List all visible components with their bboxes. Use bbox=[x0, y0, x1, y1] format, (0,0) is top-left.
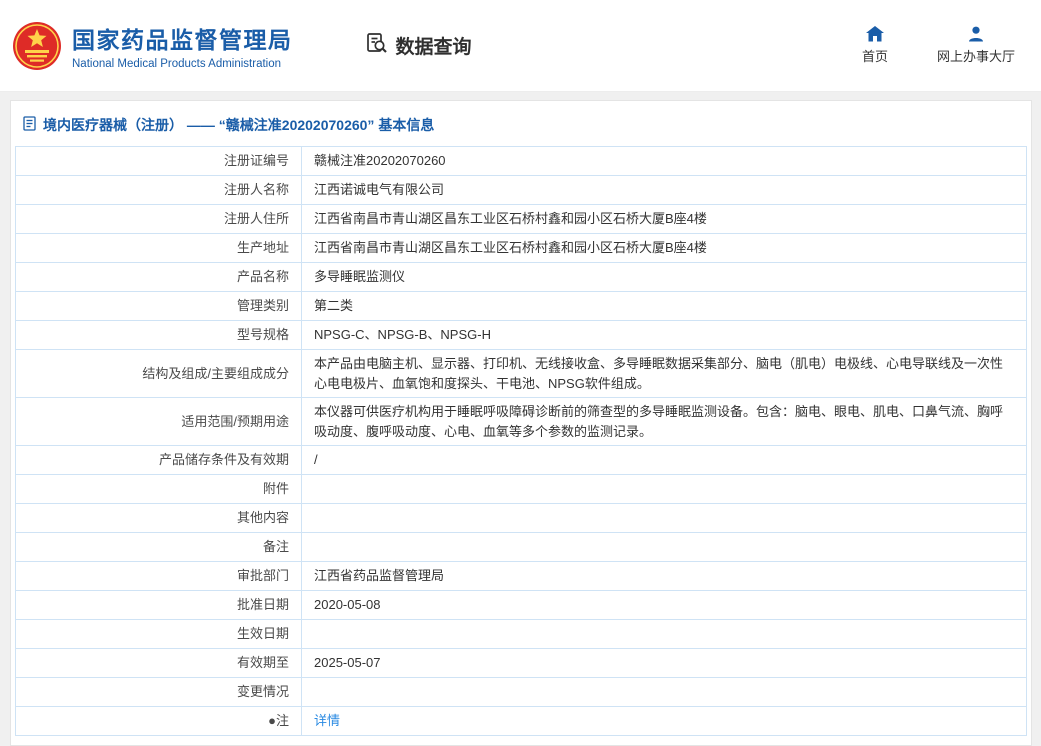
row-value: 第二类 bbox=[302, 292, 1027, 321]
table-row: 适用范围/预期用途本仪器可供医疗机构用于睡眠呼吸障碍诊断前的筛查型的多导睡眠监测… bbox=[16, 398, 1027, 446]
row-value: 多导睡眠监测仪 bbox=[302, 263, 1027, 292]
nav-service-hall[interactable]: 网上办事大厅 bbox=[937, 26, 1015, 65]
row-label: 产品名称 bbox=[16, 263, 302, 292]
nmpa-logo-block: 国家药品监督管理局 National Medical Products Admi… bbox=[12, 21, 293, 71]
row-value bbox=[302, 620, 1027, 649]
table-row: 附件 bbox=[16, 475, 1027, 504]
table-row: 审批部门江西省药品监督管理局 bbox=[16, 562, 1027, 591]
row-value: 江西省南昌市青山湖区昌东工业区石桥村鑫和园小区石桥大厦B座4楼 bbox=[302, 205, 1027, 234]
table-row: 管理类别第二类 bbox=[16, 292, 1027, 321]
row-value: 江西诺诚电气有限公司 bbox=[302, 176, 1027, 205]
site-header: 国家药品监督管理局 National Medical Products Admi… bbox=[0, 0, 1041, 92]
row-label: ●注 bbox=[16, 707, 302, 736]
nav-data-query[interactable]: 数据查询 bbox=[365, 31, 472, 61]
table-row: 备注 bbox=[16, 533, 1027, 562]
row-value bbox=[302, 678, 1027, 707]
row-label: 注册证编号 bbox=[16, 147, 302, 176]
row-label: 批准日期 bbox=[16, 591, 302, 620]
table-row: 变更情况 bbox=[16, 678, 1027, 707]
table-row: 生产地址江西省南昌市青山湖区昌东工业区石桥村鑫和园小区石桥大厦B座4楼 bbox=[16, 234, 1027, 263]
row-value bbox=[302, 533, 1027, 562]
row-value: 本仪器可供医疗机构用于睡眠呼吸障碍诊断前的筛查型的多导睡眠监测设备。包含：脑电、… bbox=[302, 398, 1027, 446]
table-row: 结构及组成/主要组成成分本产品由电脑主机、显示器、打印机、无线接收盒、多导睡眠数… bbox=[16, 350, 1027, 398]
row-value: / bbox=[302, 446, 1027, 475]
table-row: 产品名称多导睡眠监测仪 bbox=[16, 263, 1027, 292]
row-value: 详情 bbox=[302, 707, 1027, 736]
row-value: 2020-05-08 bbox=[302, 591, 1027, 620]
row-label: 结构及组成/主要组成成分 bbox=[16, 350, 302, 398]
row-value: 江西省药品监督管理局 bbox=[302, 562, 1027, 591]
user-icon bbox=[968, 26, 984, 42]
row-value: 赣械注准20202070260 bbox=[302, 147, 1027, 176]
document-icon bbox=[23, 116, 36, 134]
data-query-icon bbox=[365, 31, 389, 61]
row-value: 2025-05-07 bbox=[302, 649, 1027, 678]
org-name-en: National Medical Products Administration bbox=[72, 58, 293, 70]
row-label: 注册人名称 bbox=[16, 176, 302, 205]
row-label: 有效期至 bbox=[16, 649, 302, 678]
row-value: 江西省南昌市青山湖区昌东工业区石桥村鑫和园小区石桥大厦B座4楼 bbox=[302, 234, 1027, 263]
table-row: 生效日期 bbox=[16, 620, 1027, 649]
header-right-nav: 首页 网上办事大厅 bbox=[855, 26, 1015, 65]
row-label: 生产地址 bbox=[16, 234, 302, 263]
table-row: 产品储存条件及有效期/ bbox=[16, 446, 1027, 475]
table-row: 型号规格NPSG-C、NPSG-B、NPSG-H bbox=[16, 321, 1027, 350]
row-label: 注册人住所 bbox=[16, 205, 302, 234]
content-box: 境内医疗器械（注册） —— “赣械注准20202070260” 基本信息 注册证… bbox=[10, 100, 1032, 746]
row-label: 管理类别 bbox=[16, 292, 302, 321]
row-label: 型号规格 bbox=[16, 321, 302, 350]
page-title: 境内医疗器械（注册） —— “赣械注准20202070260” 基本信息 bbox=[11, 101, 1031, 146]
table-row: ●注详情 bbox=[16, 707, 1027, 736]
page-title-text: 境内医疗器械（注册） —— “赣械注准20202070260” 基本信息 bbox=[43, 115, 434, 135]
detail-link[interactable]: 详情 bbox=[314, 713, 340, 728]
row-value: NPSG-C、NPSG-B、NPSG-H bbox=[302, 321, 1027, 350]
nav-home[interactable]: 首页 bbox=[855, 26, 895, 65]
row-label: 产品储存条件及有效期 bbox=[16, 446, 302, 475]
row-value bbox=[302, 475, 1027, 504]
row-label: 适用范围/预期用途 bbox=[16, 398, 302, 446]
row-label: 审批部门 bbox=[16, 562, 302, 591]
row-value bbox=[302, 504, 1027, 533]
main-area: 境内医疗器械（注册） —— “赣械注准20202070260” 基本信息 注册证… bbox=[0, 92, 1041, 746]
table-row: 批准日期2020-05-08 bbox=[16, 591, 1027, 620]
nav-home-label: 首页 bbox=[862, 46, 888, 65]
row-label: 附件 bbox=[16, 475, 302, 504]
row-value: 本产品由电脑主机、显示器、打印机、无线接收盒、多导睡眠数据采集部分、脑电（肌电）… bbox=[302, 350, 1027, 398]
org-name-cn: 国家药品监督管理局 bbox=[72, 21, 293, 55]
info-table: 注册证编号赣械注准20202070260注册人名称江西诺诚电气有限公司注册人住所… bbox=[15, 146, 1027, 736]
row-label: 变更情况 bbox=[16, 678, 302, 707]
table-row: 注册人住所江西省南昌市青山湖区昌东工业区石桥村鑫和园小区石桥大厦B座4楼 bbox=[16, 205, 1027, 234]
org-names: 国家药品监督管理局 National Medical Products Admi… bbox=[72, 21, 293, 70]
info-table-body: 注册证编号赣械注准20202070260注册人名称江西诺诚电气有限公司注册人住所… bbox=[16, 147, 1027, 736]
nav-service-hall-label: 网上办事大厅 bbox=[937, 46, 1015, 65]
row-label: 其他内容 bbox=[16, 504, 302, 533]
home-icon bbox=[866, 26, 884, 42]
table-row: 注册证编号赣械注准20202070260 bbox=[16, 147, 1027, 176]
national-emblem-icon bbox=[12, 21, 62, 71]
row-label: 备注 bbox=[16, 533, 302, 562]
table-row: 注册人名称江西诺诚电气有限公司 bbox=[16, 176, 1027, 205]
table-row: 有效期至2025-05-07 bbox=[16, 649, 1027, 678]
row-label: 生效日期 bbox=[16, 620, 302, 649]
data-query-label: 数据查询 bbox=[396, 32, 472, 59]
table-row: 其他内容 bbox=[16, 504, 1027, 533]
